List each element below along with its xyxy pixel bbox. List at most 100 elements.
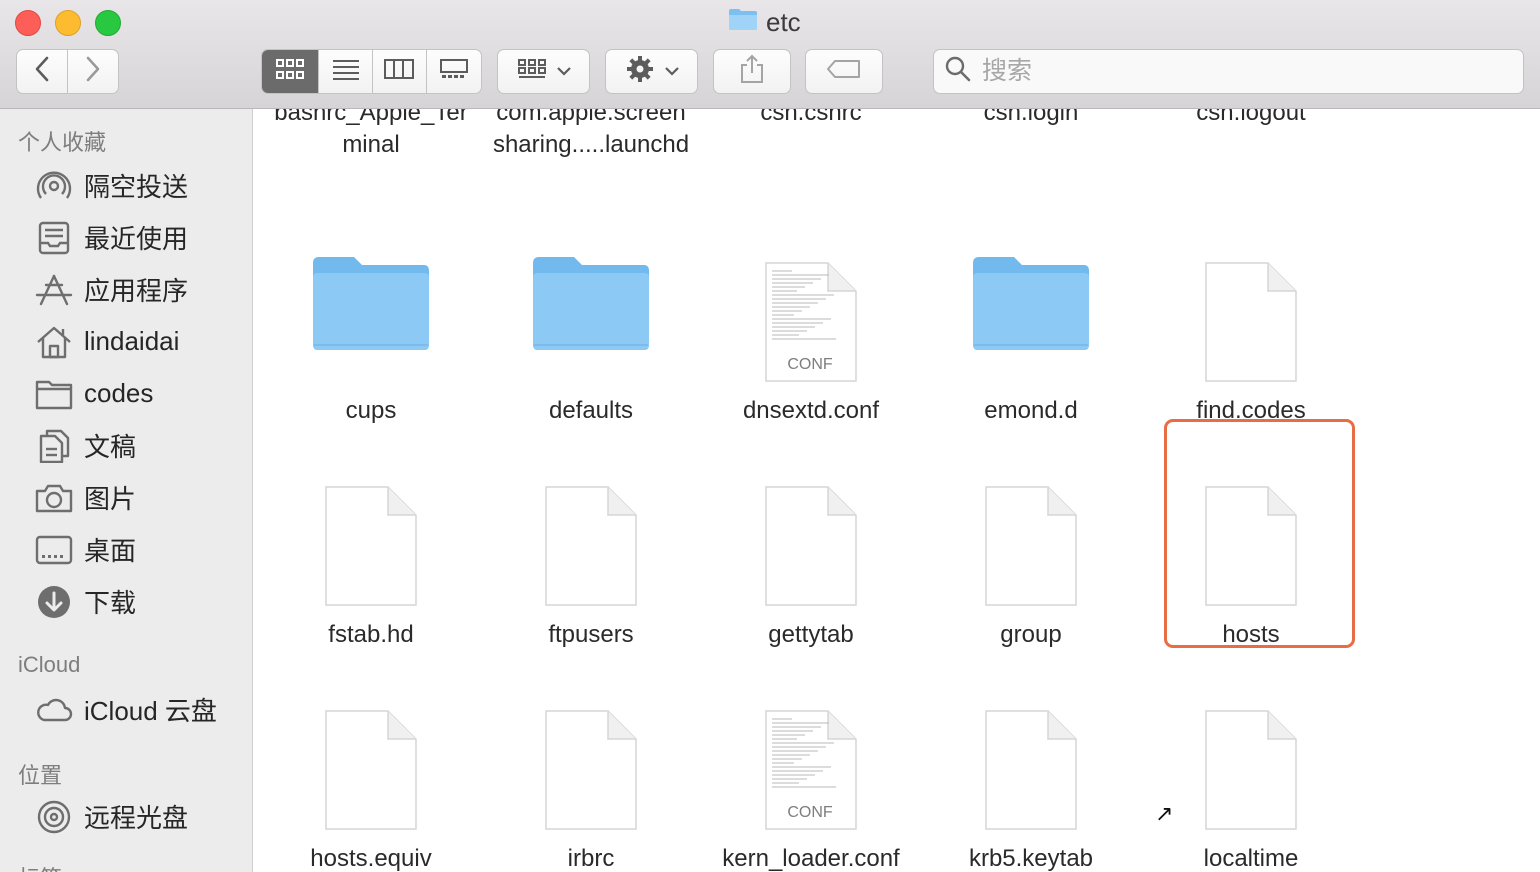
file-item-fstab-hd[interactable]: fstab.hd xyxy=(261,447,481,671)
file-item-localtime[interactable]: ↗ localtime xyxy=(1141,671,1361,872)
group-by-button[interactable] xyxy=(497,49,590,94)
navigation-buttons xyxy=(16,49,119,94)
document-icon: CONF xyxy=(701,681,921,831)
file-name-label: krb5.keytab xyxy=(968,845,1094,872)
disc-icon xyxy=(35,800,73,834)
document-icon xyxy=(261,681,481,831)
sidebar-item-airdrop[interactable]: 隔空投送 xyxy=(0,163,252,207)
gallery-view-button[interactable] xyxy=(427,50,481,93)
folder-icon xyxy=(921,233,1141,353)
document-icon xyxy=(1141,681,1361,831)
file-item-emond-d[interactable]: emond.d xyxy=(921,223,1141,447)
search-field[interactable] xyxy=(933,49,1524,94)
sidebar-item-pictures[interactable]: 图片 xyxy=(0,475,252,519)
file-item-hosts[interactable]: hosts xyxy=(1141,447,1361,671)
file-item-cups[interactable]: cups xyxy=(261,223,481,447)
document-icon xyxy=(481,457,701,607)
download-icon xyxy=(35,585,73,619)
forward-button[interactable] xyxy=(68,50,119,93)
sidebar-item-codes[interactable]: codes xyxy=(0,371,252,415)
sidebar-item-label: lindaidai xyxy=(84,325,180,356)
file-name-label: group xyxy=(1000,621,1062,648)
close-window-button[interactable] xyxy=(15,10,41,36)
file-name-label: localtime xyxy=(1203,845,1299,872)
favorites-section-title: 个人收藏 xyxy=(18,130,107,155)
column-view-button[interactable] xyxy=(373,50,427,93)
sidebar-item-label: 桌面 xyxy=(84,535,137,566)
document-icon xyxy=(921,681,1141,831)
list-view-icon xyxy=(331,58,361,85)
window-title-text: etc xyxy=(766,6,801,37)
sidebar-item-applications[interactable]: 应用程序 xyxy=(0,267,252,311)
document-icon xyxy=(701,457,921,607)
file-name-label: emond.d xyxy=(984,397,1078,424)
search-icon xyxy=(944,55,972,88)
chevron-left-icon xyxy=(34,56,50,87)
list-view-button[interactable] xyxy=(319,50,373,93)
file-item-kern-loader-conf[interactable]: CONF kern_loader.conf xyxy=(701,671,921,872)
camera-icon xyxy=(35,481,73,515)
document-icon xyxy=(261,457,481,607)
sidebar-item-desktop[interactable]: 桌面 xyxy=(0,527,252,571)
sidebar-item-home[interactable]: lindaidai xyxy=(0,319,252,363)
sidebar-item-label: 应用程序 xyxy=(84,275,189,306)
document-icon xyxy=(481,681,701,831)
file-name-label: find.codes xyxy=(1196,397,1306,424)
sidebar-item-label: codes xyxy=(84,377,154,408)
document-icon xyxy=(921,457,1141,607)
tag-icon xyxy=(826,59,862,84)
back-button[interactable] xyxy=(17,50,68,93)
file-name-label: hosts.equiv xyxy=(310,845,432,872)
icloud-section-title: iCloud xyxy=(18,652,81,677)
alias-arrow-icon: ↗ xyxy=(1155,801,1174,826)
file-type-badge: CONF xyxy=(787,356,833,373)
minimize-window-button[interactable] xyxy=(55,10,81,36)
file-item-krb5-keytab[interactable]: krb5.keytab xyxy=(921,671,1141,872)
file-name-label: bashrc_Apple_Ter minal xyxy=(274,109,468,158)
sidebar-item-label: iCloud 云盘 xyxy=(84,695,217,726)
search-input[interactable] xyxy=(980,56,1484,87)
applications-icon xyxy=(35,273,73,307)
sidebar-item-label: 最近使用 xyxy=(84,223,189,254)
file-item-defaults[interactable]: defaults xyxy=(481,223,701,447)
file-item-find-codes[interactable]: find.codes xyxy=(1141,223,1361,447)
chevron-right-icon xyxy=(85,56,101,87)
file-item-ftpusers[interactable]: ftpusers xyxy=(481,447,701,671)
zoom-window-button[interactable] xyxy=(95,10,121,36)
column-view-icon xyxy=(383,58,415,85)
file-item-gettytab[interactable]: gettytab xyxy=(701,447,921,671)
file-name-label: irbrc xyxy=(567,845,615,872)
file-name-label: kern_loader.conf xyxy=(722,845,900,872)
group-by-icon xyxy=(517,58,547,85)
file-item-group[interactable]: group xyxy=(921,447,1141,671)
icon-view-icon xyxy=(275,58,305,85)
file-item-hosts-equiv[interactable]: hosts.equiv xyxy=(261,671,481,872)
recents-icon xyxy=(35,221,73,255)
icon-view-button[interactable] xyxy=(262,50,320,93)
sidebar-item-downloads[interactable]: 下载 xyxy=(0,579,252,623)
file-name-label: cups xyxy=(345,397,397,424)
tag-button[interactable] xyxy=(805,49,883,94)
sidebar: 个人收藏 隔空投送 最近使用 应用程序 lindaidai codes 文稿 图… xyxy=(0,109,253,872)
view-mode-control xyxy=(261,49,482,94)
gear-icon xyxy=(625,54,655,89)
sidebar-item-documents[interactable]: 文稿 xyxy=(0,423,252,467)
file-name-label: gettytab xyxy=(768,621,854,648)
share-icon xyxy=(739,54,765,89)
sidebar-item-label: 隔空投送 xyxy=(84,171,189,202)
file-name-label: defaults xyxy=(548,397,634,424)
folder-icon xyxy=(261,233,481,353)
sidebar-item-remote-disc[interactable]: 远程光盘 xyxy=(0,794,252,838)
sidebar-item-icloud-drive[interactable]: iCloud 云盘 xyxy=(0,687,252,731)
folder-icon xyxy=(35,377,73,411)
action-menu-button[interactable] xyxy=(605,49,698,94)
sidebar-item-recents[interactable]: 最近使用 xyxy=(0,215,252,259)
window-title: etc xyxy=(728,6,801,38)
gallery-view-icon xyxy=(439,58,469,85)
share-button[interactable] xyxy=(713,49,791,94)
sidebar-item-label: 远程光盘 xyxy=(84,802,189,833)
file-item-dnsextd-conf[interactable]: CONF dnsextd.conf xyxy=(701,223,921,447)
file-item-irbrc[interactable]: irbrc xyxy=(481,671,701,872)
document-icon: CONF xyxy=(701,233,921,383)
chevron-down-icon xyxy=(556,63,571,81)
